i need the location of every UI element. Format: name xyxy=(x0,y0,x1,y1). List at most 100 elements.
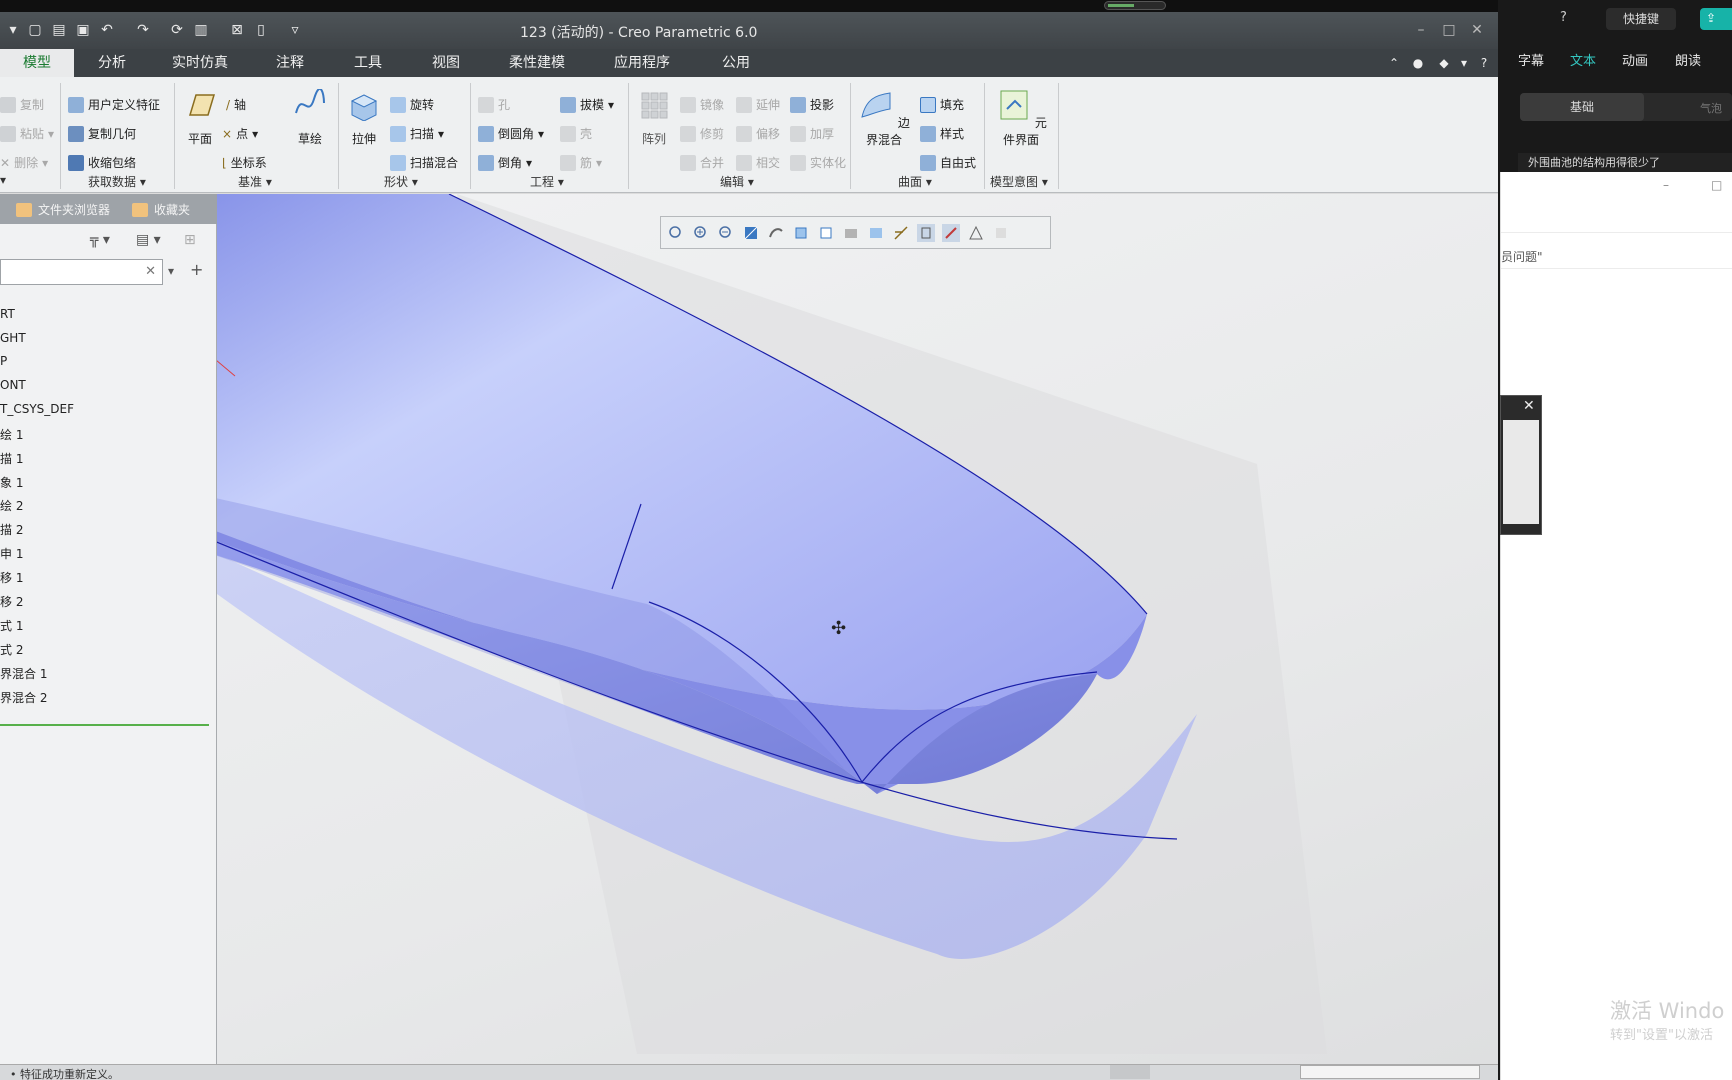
question-field-label[interactable]: 员问题" xyxy=(1501,248,1543,265)
csys-button[interactable]: ⌊ 坐标系 xyxy=(222,154,267,171)
tab-read-aloud[interactable]: 朗读 xyxy=(1675,50,1701,69)
tab-text[interactable]: 文本 xyxy=(1570,50,1596,69)
display-style-icon[interactable] xyxy=(792,224,810,242)
collapse-ribbon-icon[interactable]: ⌃ xyxy=(1386,54,1402,72)
style-button[interactable]: 样式 xyxy=(920,125,964,142)
graphics-viewport[interactable]: ✣ xyxy=(217,194,1498,1064)
clear-icon[interactable]: ✕ xyxy=(145,264,156,279)
tree-columns-icon[interactable]: ⊞ xyxy=(184,232,196,248)
windows-icon[interactable]: ▥ xyxy=(192,21,210,39)
copy-geometry-button[interactable]: 复制几何 xyxy=(68,125,136,142)
minimize-icon[interactable]: – xyxy=(1663,178,1669,192)
open-folder-icon[interactable]: ▤ xyxy=(50,21,68,39)
tree-item[interactable]: 绘 1 xyxy=(0,426,23,443)
tree-item[interactable]: ONT xyxy=(0,378,26,392)
filter-dropdown[interactable] xyxy=(1300,1065,1480,1079)
user-icon[interactable]: ● xyxy=(1410,54,1426,72)
udf-button[interactable]: 用户定义特征 xyxy=(68,96,160,113)
group-label-engineering[interactable]: 工程 ▾ xyxy=(530,173,564,190)
shortcut-button[interactable]: 快捷键 xyxy=(1606,8,1676,30)
pattern-button[interactable]: 阵列 xyxy=(634,89,674,147)
maximize-icon[interactable]: □ xyxy=(1711,178,1722,192)
tab-annotate[interactable]: 注释 xyxy=(264,49,316,77)
customize-icon[interactable]: ▿ xyxy=(286,21,304,39)
add-icon[interactable]: + xyxy=(190,260,203,279)
tree-item[interactable]: 界混合 1 xyxy=(0,665,47,682)
shell-button[interactable]: 壳 xyxy=(560,125,592,142)
tree-item[interactable]: 申 1 xyxy=(0,545,23,562)
group-label-get-data[interactable]: 获取数据 ▾ xyxy=(88,173,146,190)
graduation-cap-icon[interactable]: ◆ xyxy=(1436,54,1452,72)
tree-item[interactable]: 移 2 xyxy=(0,593,23,610)
rib-button[interactable]: 筋 ▾ xyxy=(560,154,602,171)
zoom-out-icon[interactable] xyxy=(717,224,735,242)
tree-item[interactable]: 描 1 xyxy=(0,450,23,467)
datum-display-icon[interactable] xyxy=(892,224,910,242)
dropdown-icon[interactable]: ▾ xyxy=(1456,54,1472,72)
tree-item[interactable]: 式 1 xyxy=(0,617,23,634)
tree-item[interactable]: RT xyxy=(0,307,15,321)
tree-item[interactable]: GHT xyxy=(0,331,26,345)
tab-analysis[interactable]: 分析 xyxy=(86,49,138,77)
tab-common[interactable]: 公用 xyxy=(710,49,762,77)
new-file-icon[interactable]: ▢ xyxy=(26,21,44,39)
round-button[interactable]: 倒圆角 ▾ xyxy=(478,125,544,142)
csys-display-icon[interactable] xyxy=(992,224,1010,242)
minimize-icon[interactable]: – xyxy=(1410,20,1432,40)
close-icon[interactable]: ✕ xyxy=(1466,20,1488,40)
point-tags-icon[interactable] xyxy=(967,224,985,242)
sketch-button[interactable]: 草绘 xyxy=(290,87,330,147)
segment-bubble[interactable]: 气泡 xyxy=(1700,100,1722,116)
tab-applications[interactable]: 应用程序 xyxy=(604,49,680,77)
project-button[interactable]: 投影 xyxy=(790,96,834,113)
group-label-shapes[interactable]: 形状 ▾ xyxy=(384,173,418,190)
perspective-icon[interactable] xyxy=(867,224,885,242)
extend-button[interactable]: 延伸 xyxy=(736,96,780,113)
share-button[interactable]: ⇪ xyxy=(1700,8,1732,30)
regenerate-icon[interactable]: ⟳ xyxy=(168,21,186,39)
sweep-button[interactable]: 扫描 ▾ xyxy=(390,125,444,142)
tab-flexible-modeling[interactable]: 柔性建模 xyxy=(494,49,580,77)
tree-item[interactable]: 移 1 xyxy=(0,569,23,586)
spin-display-icon[interactable] xyxy=(942,224,960,242)
tree-item[interactable]: T_CSYS_DEF xyxy=(0,402,74,416)
tab-live-simulation[interactable]: 实时仿真 xyxy=(160,49,240,77)
refit-icon[interactable] xyxy=(667,224,685,242)
component-interface-button[interactable]: 元件界面 xyxy=(990,89,1052,148)
zoom-in-icon[interactable] xyxy=(692,224,710,242)
intersect-button[interactable]: 相交 xyxy=(736,154,780,171)
tree-filter-icon[interactable]: ╦ ▾ xyxy=(90,232,110,248)
help-circle-icon[interactable]: ? xyxy=(1560,10,1567,25)
hole-button[interactable]: 孔 xyxy=(478,96,510,113)
fill-button[interactable]: 填充 xyxy=(920,96,964,113)
tree-item[interactable]: 式 2 xyxy=(0,641,23,658)
tree-item[interactable]: 描 2 xyxy=(0,521,23,538)
point-button[interactable]: × 点 ▾ xyxy=(222,125,258,142)
annotation-display-icon[interactable] xyxy=(917,224,935,242)
group-label-datum[interactable]: 基准 ▾ xyxy=(238,173,272,190)
paste-button[interactable]: 粘贴 ▾ xyxy=(0,125,54,142)
tree-settings-icon[interactable]: ▤ ▾ xyxy=(136,232,161,248)
freestyle-button[interactable]: 自由式 xyxy=(920,154,976,171)
tree-search-input[interactable]: ✕ xyxy=(0,259,163,285)
revolve-button[interactable]: 旋转 xyxy=(390,96,434,113)
segment-basic[interactable]: 基础 xyxy=(1520,93,1644,121)
draft-button[interactable]: 拔模 ▾ xyxy=(560,96,614,113)
trim-button[interactable]: 修剪 xyxy=(680,125,724,142)
saved-views-icon[interactable] xyxy=(817,224,835,242)
tab-model[interactable]: 模型 xyxy=(0,49,74,77)
mirror-button[interactable]: 镜像 xyxy=(680,96,724,113)
close-icon[interactable]: ✕ xyxy=(1523,398,1535,414)
group-label-operations[interactable]: ▾ xyxy=(0,173,6,187)
group-label-model-intent[interactable]: 模型意图 ▾ xyxy=(990,173,1048,190)
tree-item[interactable]: 绘 2 xyxy=(0,497,23,514)
chamfer-button[interactable]: 倒角 ▾ xyxy=(478,154,532,171)
tab-subtitles[interactable]: 字幕 xyxy=(1518,50,1544,69)
delete-button[interactable]: ✕ 删除 ▾ xyxy=(0,154,48,171)
save-icon[interactable]: ▣ xyxy=(74,21,92,39)
undo-icon[interactable]: ↶ xyxy=(98,21,116,39)
insert-indicator[interactable] xyxy=(0,724,209,726)
extrude-button[interactable]: 拉伸 xyxy=(344,89,384,147)
merge-button[interactable]: 合并 xyxy=(680,154,724,171)
close-window-icon[interactable]: ⊠ xyxy=(228,21,246,39)
